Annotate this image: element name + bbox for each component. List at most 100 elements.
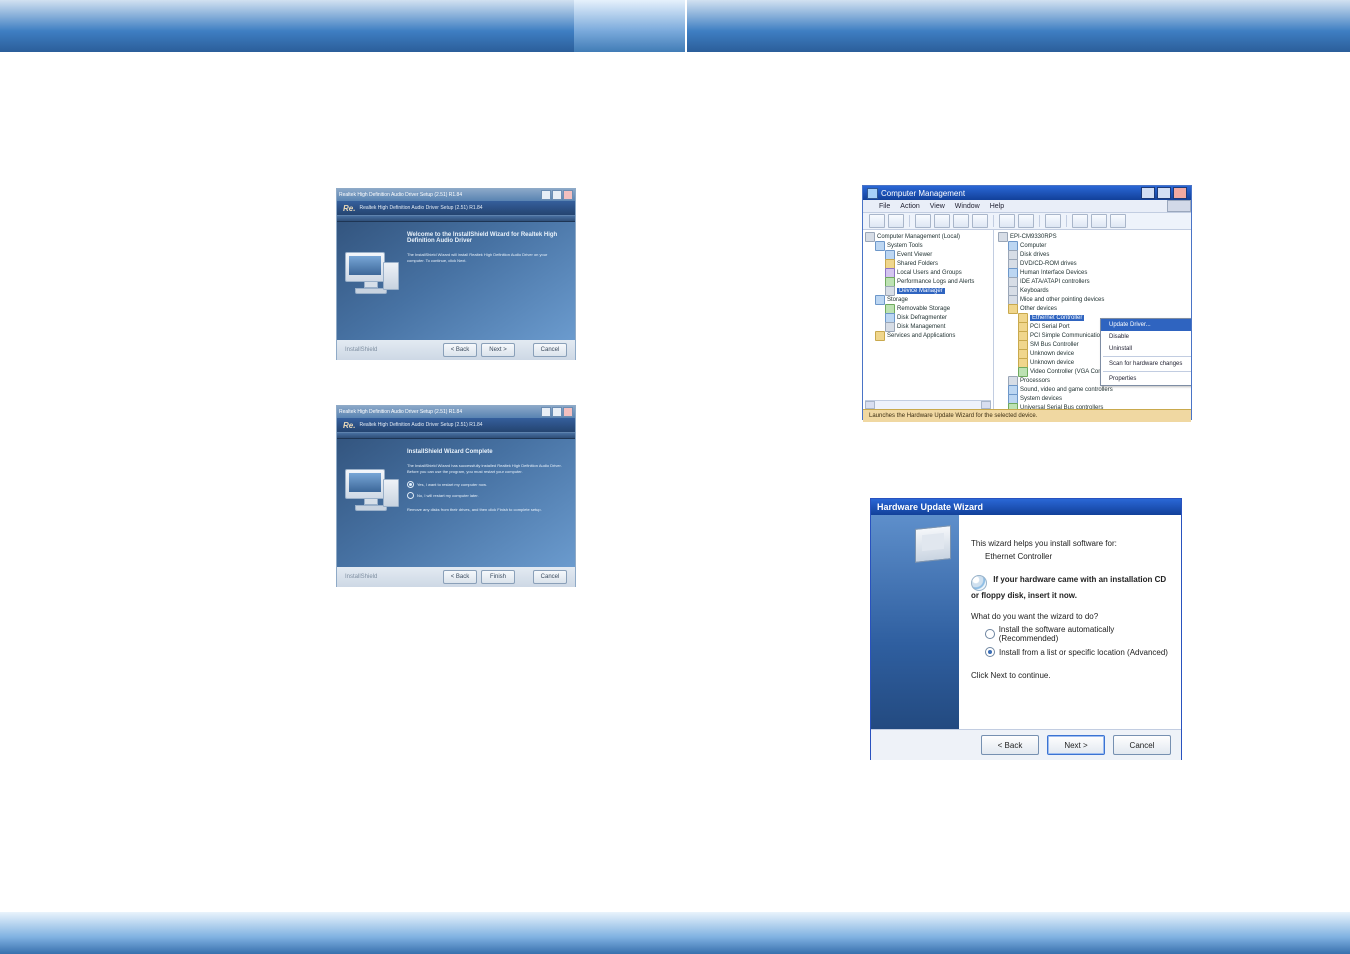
installer-complete-window: Realtek High Definition Audio Driver Set… [336, 405, 576, 587]
complete-footer-text: Remove any disks from their drives, and … [407, 507, 563, 513]
installer-header: Re. Realtek High Definition Audio Driver… [337, 201, 575, 215]
installer-body: InstallShield Wizard Complete The Instal… [337, 439, 575, 567]
minimize-icon[interactable] [541, 190, 551, 200]
cancel-button[interactable]: Cancel [533, 343, 567, 357]
back-button[interactable]: < Back [981, 735, 1039, 755]
toolbar-up-icon[interactable] [915, 214, 931, 228]
dev-sysdev[interactable]: System devices [998, 394, 1187, 403]
scroll-left-icon[interactable] [865, 401, 875, 409]
tree-diskmgmt[interactable]: Disk Management [865, 322, 991, 331]
mdi-buttons[interactable] [1167, 200, 1191, 212]
ctx-disable[interactable]: Disable [1101, 331, 1191, 343]
toolbar-export-icon[interactable] [972, 214, 988, 228]
toolbar-help-icon[interactable] [999, 214, 1015, 228]
next-button[interactable]: Next > [481, 343, 515, 357]
dev-mice[interactable]: Mice and other pointing devices [998, 295, 1187, 304]
maximize-icon[interactable] [552, 190, 562, 200]
tree-removable[interactable]: Removable Storage [865, 304, 991, 313]
toolbar-print-icon[interactable] [1018, 214, 1034, 228]
menu-file[interactable]: File [879, 203, 890, 210]
cancel-button[interactable]: Cancel [533, 570, 567, 584]
toolbar [863, 213, 1191, 230]
window-title: Realtek High Definition Audio Driver Set… [339, 192, 462, 198]
scroll-right-icon[interactable] [981, 401, 991, 409]
option-label: No, I will restart my computer later. [417, 493, 479, 498]
tree-perf-logs[interactable]: Performance Logs and Alerts [865, 277, 991, 286]
tree-device-manager[interactable]: Device Manager [865, 286, 991, 295]
maximize-icon[interactable] [1157, 187, 1171, 199]
tree-event-viewer[interactable]: Event Viewer [865, 250, 991, 259]
device-name: Ethernet Controller [985, 552, 1169, 561]
back-button[interactable]: < Back [443, 343, 477, 357]
installer-body: Welcome to the InstallShield Wizard for … [337, 222, 575, 340]
restart-now-option[interactable]: Yes, I want to restart my computer now. [407, 481, 563, 488]
complete-heading: InstallShield Wizard Complete [407, 449, 563, 455]
ctx-scan[interactable]: Scan for hardware changes [1101, 358, 1191, 370]
tree-defrag[interactable]: Disk Defragmenter [865, 313, 991, 322]
toolbar-uninstall-icon[interactable] [1110, 214, 1126, 228]
tree-storage[interactable]: Storage [865, 295, 991, 304]
restart-later-option[interactable]: No, I will restart my computer later. [407, 492, 563, 499]
tree-services[interactable]: Services and Applications [865, 331, 991, 340]
ctx-properties[interactable]: Properties [1101, 373, 1191, 385]
welcome-heading: Welcome to the InstallShield Wizard for … [407, 232, 563, 244]
tree-system-tools[interactable]: System Tools [865, 241, 991, 250]
dev-disk[interactable]: Disk drives [998, 250, 1187, 259]
back-button[interactable]: < Back [443, 570, 477, 584]
toolbar-refresh-icon[interactable] [953, 214, 969, 228]
tree-local-users[interactable]: Local Users and Groups [865, 268, 991, 277]
toolbar-back-icon[interactable] [869, 214, 885, 228]
opt-auto[interactable]: Install the software automatically (Reco… [985, 625, 1169, 643]
close-icon[interactable] [563, 190, 573, 200]
dev-hid[interactable]: Human Interface Devices [998, 268, 1187, 277]
toolbar-device-icon[interactable] [1072, 214, 1088, 228]
dev-keyboards[interactable]: Keyboards [998, 286, 1187, 295]
minimize-icon[interactable] [541, 407, 551, 417]
titlebar: Realtek High Definition Audio Driver Set… [337, 406, 575, 418]
dev-root[interactable]: EPI-CM9330RPS [998, 232, 1187, 241]
next-button[interactable]: Next > [1047, 735, 1105, 755]
dev-usb[interactable]: Universal Serial Bus controllers [998, 403, 1187, 409]
dev-sound[interactable]: Sound, video and game controllers [998, 385, 1187, 394]
menu-view[interactable]: View [930, 203, 945, 210]
computer-icon [345, 469, 397, 515]
close-icon[interactable] [1173, 187, 1187, 199]
close-icon[interactable] [563, 407, 573, 417]
tree-shared-folders[interactable]: Shared Folders [865, 259, 991, 268]
toolbar-scan-icon[interactable] [1091, 214, 1107, 228]
left-pane[interactable]: Computer Management (Local) System Tools… [863, 230, 994, 409]
body: Computer Management (Local) System Tools… [863, 230, 1191, 409]
cancel-button[interactable]: Cancel [1113, 735, 1171, 755]
tree-root[interactable]: Computer Management (Local) [865, 232, 991, 241]
dev-ide[interactable]: IDE ATA/ATAPI controllers [998, 277, 1187, 286]
complete-text: The InstallShield Wizard has successfull… [407, 463, 563, 475]
toolbar-forward-icon[interactable] [888, 214, 904, 228]
menu-help[interactable]: Help [990, 203, 1004, 210]
app-icon [867, 188, 878, 199]
status-bar: Launches the Hardware Update Wizard for … [863, 409, 1191, 422]
menu-window[interactable]: Window [955, 203, 980, 210]
header-shadow [337, 432, 575, 439]
scroll-track[interactable] [875, 401, 981, 409]
ctx-uninstall[interactable]: Uninstall [1101, 343, 1191, 355]
maximize-icon[interactable] [552, 407, 562, 417]
installer-footer: InstallShield < Back Finish Cancel [337, 567, 575, 587]
menu-action[interactable]: Action [900, 203, 919, 210]
finish-button[interactable]: Finish [481, 570, 515, 584]
dev-dvd[interactable]: DVD/CD-ROM drives [998, 259, 1187, 268]
toolbar-showhide-icon[interactable] [1045, 214, 1061, 228]
toolbar-sep [909, 215, 910, 227]
toolbar-properties-icon[interactable] [934, 214, 950, 228]
cd-text: If your hardware came with an installati… [971, 575, 1166, 600]
dev-computer[interactable]: Computer [998, 241, 1187, 250]
opt-advanced[interactable]: Install from a list or specific location… [985, 647, 1169, 657]
ctx-update[interactable]: Update Driver... [1101, 319, 1191, 331]
minimize-icon[interactable] [1141, 187, 1155, 199]
radio-icon [407, 492, 414, 499]
cd-icon [971, 575, 987, 591]
window-title: Computer Management [881, 189, 965, 198]
dev-other[interactable]: Other devices [998, 304, 1187, 313]
left-scrollbar[interactable] [865, 400, 991, 409]
continue-text: Click Next to continue. [971, 671, 1169, 680]
right-pane[interactable]: EPI-CM9330RPS Computer Disk drives DVD/C… [994, 230, 1191, 409]
